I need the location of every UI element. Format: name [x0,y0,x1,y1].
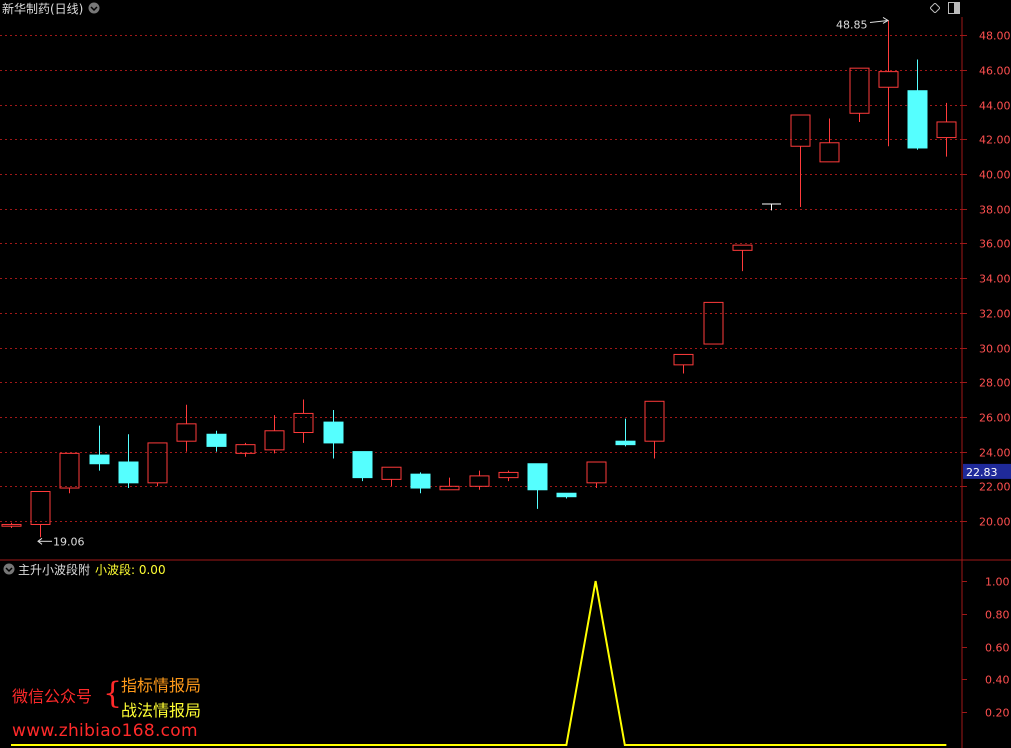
y-tick-label: 1.00 [985,576,1010,589]
y-tick-label: 26.00 [979,412,1011,425]
candle-body [59,452,80,489]
candle-body [878,71,899,88]
y-tick-label: 0.20 [985,707,1010,720]
annotation-label: 19.06 [53,535,85,548]
y-tick-label: 40.00 [979,169,1011,182]
candle-body [556,492,577,498]
candle-body [264,430,285,451]
candle-body [586,461,607,484]
candle-body [30,491,51,525]
y-tick-label: 38.00 [979,204,1011,217]
candle-body [673,353,694,366]
y-tick-label: 48.00 [979,30,1011,43]
y-tick-label: 32.00 [979,308,1011,321]
candle-body [703,301,724,345]
y-tick-label: 22.00 [979,481,1011,494]
candle-body [907,90,928,149]
panel-toggle-icon[interactable] [948,2,960,14]
candle-body [89,454,110,465]
candle-body [644,400,665,442]
indicator-title: 主升小波段附 [18,563,91,577]
candle-body [790,114,811,147]
candle-body [849,67,870,114]
y-tick-label: 36.00 [979,238,1011,251]
y-tick-label: 34.00 [979,273,1011,286]
candle-body [206,433,227,447]
y-tick-label: 0.80 [985,609,1010,622]
y-tick-label: 0.60 [985,642,1010,655]
y-tick-label: 30.00 [979,343,1011,356]
chevron-down-icon[interactable] [88,2,100,14]
candle-body [762,203,781,205]
annotation-label: 48.85 [836,18,868,31]
indicator-value: 小波段: 0.00 [95,563,166,577]
chart-title: 新华制药(日线) [2,2,84,16]
y-tick-label: 42.00 [979,134,1011,147]
candle-body [527,463,548,491]
candle-body [732,244,753,251]
y-tick-label: 46.00 [979,65,1011,78]
y-tick-label: 0.40 [985,674,1010,687]
candle-body [410,473,431,489]
candle-body [147,442,168,484]
candle-body [352,451,373,479]
y-tick-label: 28.00 [979,377,1011,390]
chart-canvas[interactable]: 20.00 22.00 24.00 26.00 28.00 30.00 32.00 34.00… [0,0,1011,748]
watermark-url: www.zhibiao168.com [12,721,198,741]
candle-body [936,121,957,139]
candle-body [469,475,490,487]
candle-body [381,466,402,480]
watermark-name-1: 指标情报局 [121,676,202,695]
candle-body [819,142,840,163]
current-price-label: 22.83 [966,466,998,479]
diamond-icon[interactable] [930,3,940,13]
candle-body [323,421,344,444]
candle-body [118,461,139,484]
y-tick-label: 24.00 [979,447,1011,460]
watermark-brace: { [103,676,123,711]
candle-body [176,423,197,442]
watermark-wechat: 微信公众号 [12,687,93,706]
candle-body [615,440,636,446]
chevron-down-icon[interactable] [3,563,15,575]
candle-body [498,471,519,479]
candle-body [1,523,22,527]
y-tick-label: 44.00 [979,100,1011,113]
candle-body [293,412,314,434]
y-tick-label: 20.00 [979,516,1011,529]
watermark-name-2: 战法情报局 [121,701,202,720]
